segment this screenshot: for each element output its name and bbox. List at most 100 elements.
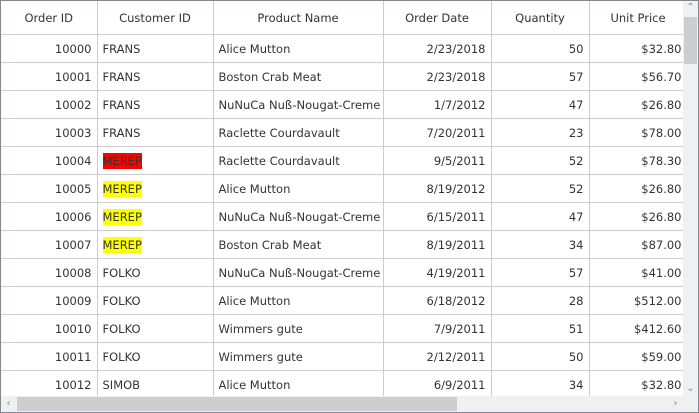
- cell-quantity[interactable]: 52: [491, 174, 590, 203]
- column-header-customer-id[interactable]: Customer ID: [97, 1, 214, 35]
- cell-customer-id[interactable]: FRANS: [97, 62, 214, 91]
- cell-order-id[interactable]: 10003: [1, 118, 98, 147]
- cell-unit-price[interactable]: $26.80: [589, 90, 683, 119]
- cell-order-date[interactable]: 6/18/2012: [383, 286, 492, 315]
- cell-unit-price[interactable]: $32.80: [589, 34, 683, 63]
- table-row[interactable]: 10000 FRANS Alice Mutton 2/23/2018 50 $32.80: [1, 34, 683, 63]
- cell-order-id[interactable]: 10012: [1, 370, 98, 396]
- cell-unit-price[interactable]: $32.80: [589, 370, 683, 396]
- cell-customer-id[interactable]: FOLKO: [97, 314, 214, 343]
- cell-customer-id[interactable]: MEREP: [97, 146, 214, 175]
- column-header-order-date[interactable]: Order Date: [383, 1, 492, 35]
- cell-unit-price[interactable]: $78.30: [589, 146, 683, 175]
- table-row[interactable]: 10002 FRANS NuNuCa Nuß-Nougat-Creme 1/7/201…: [1, 90, 683, 119]
- vertical-scrollbar[interactable]: ⌃ ⌄: [683, 1, 698, 396]
- horizontal-scroll-thumb[interactable]: [17, 397, 457, 411]
- table-row[interactable]: 10010 FOLKO Wimmers gute 7/9/2011 51 $412.60: [1, 314, 683, 343]
- cell-quantity[interactable]: 50: [491, 34, 590, 63]
- cell-order-id[interactable]: 10008: [1, 258, 98, 287]
- cell-customer-id[interactable]: FOLKO: [97, 258, 214, 287]
- cell-quantity[interactable]: 23: [491, 118, 590, 147]
- cell-order-date[interactable]: 1/7/2012: [383, 90, 492, 119]
- cell-product-name[interactable]: Alice Mutton: [213, 370, 384, 396]
- cell-unit-price[interactable]: $512.00: [589, 286, 683, 315]
- cell-product-name[interactable]: Alice Mutton: [213, 34, 384, 63]
- cell-order-id[interactable]: 10006: [1, 202, 98, 231]
- table-row[interactable]: 10003 FRANS Raclette Courdavault 7/20/2011 2…: [1, 118, 683, 147]
- cell-order-date[interactable]: 7/20/2011: [383, 118, 492, 147]
- cell-quantity[interactable]: 57: [491, 62, 590, 91]
- cell-quantity[interactable]: 47: [491, 90, 590, 119]
- cell-unit-price[interactable]: $56.70: [589, 62, 683, 91]
- cell-unit-price[interactable]: $412.60: [589, 314, 683, 343]
- cell-quantity[interactable]: 57: [491, 258, 590, 287]
- cell-unit-price[interactable]: $78.00: [589, 118, 683, 147]
- table-row[interactable]: 10007 MEREP Boston Crab Meat 8/19/2011 34 $87…: [1, 230, 683, 259]
- cell-customer-id[interactable]: MEREP: [97, 202, 214, 231]
- cell-order-id[interactable]: 10010: [1, 314, 98, 343]
- cell-product-name[interactable]: Raclette Courdavault: [213, 118, 384, 147]
- cell-order-date[interactable]: 8/19/2012: [383, 174, 492, 203]
- column-header-quantity[interactable]: Quantity: [491, 1, 590, 35]
- column-header-product-name[interactable]: Product Name: [213, 1, 384, 35]
- cell-product-name[interactable]: Alice Mutton: [213, 286, 384, 315]
- table-row[interactable]: 10012 SIMOB Alice Mutton 6/9/2011 34 $32.80: [1, 370, 683, 396]
- horizontal-scrollbar[interactable]: ‹ ›: [1, 396, 683, 412]
- cell-customer-id[interactable]: MEREP: [97, 174, 214, 203]
- cell-order-date[interactable]: 7/9/2011: [383, 314, 492, 343]
- cell-order-id[interactable]: 10002: [1, 90, 98, 119]
- cell-product-name[interactable]: Wimmers gute: [213, 342, 384, 371]
- cell-product-name[interactable]: NuNuCa Nuß-Nougat-Creme: [213, 258, 384, 287]
- cell-order-id[interactable]: 10005: [1, 174, 98, 203]
- cell-unit-price[interactable]: $41.00: [589, 258, 683, 287]
- cell-customer-id[interactable]: FOLKO: [97, 286, 214, 315]
- chevron-up-icon[interactable]: ⌃: [683, 1, 698, 15]
- cell-order-id[interactable]: 10007: [1, 230, 98, 259]
- cell-unit-price[interactable]: $26.80: [589, 202, 683, 231]
- cell-order-id[interactable]: 10000: [1, 34, 98, 63]
- cell-product-name[interactable]: Alice Mutton: [213, 174, 384, 203]
- table-row[interactable]: 10005 MEREP Alice Mutton 8/19/2012 52 $26.80: [1, 174, 683, 203]
- cell-unit-price[interactable]: $87.00: [589, 230, 683, 259]
- table-row[interactable]: 10009 FOLKO Alice Mutton 6/18/2012 28 $512.00: [1, 286, 683, 315]
- cell-order-date[interactable]: 6/9/2011: [383, 370, 492, 396]
- cell-order-date[interactable]: 2/23/2018: [383, 62, 492, 91]
- cell-order-date[interactable]: 8/19/2011: [383, 230, 492, 259]
- cell-quantity[interactable]: 34: [491, 370, 590, 396]
- vertical-scroll-thumb[interactable]: [684, 17, 697, 64]
- cell-quantity[interactable]: 47: [491, 202, 590, 231]
- cell-quantity[interactable]: 28: [491, 286, 590, 315]
- cell-quantity[interactable]: 51: [491, 314, 590, 343]
- cell-product-name[interactable]: NuNuCa Nuß-Nougat-Creme: [213, 90, 384, 119]
- cell-order-id[interactable]: 10001: [1, 62, 98, 91]
- cell-order-date[interactable]: 6/15/2011: [383, 202, 492, 231]
- cell-product-name[interactable]: NuNuCa Nuß-Nougat-Creme: [213, 202, 384, 231]
- cell-quantity[interactable]: 52: [491, 146, 590, 175]
- cell-customer-id[interactable]: SIMOB: [97, 370, 214, 396]
- table-row[interactable]: 10004 MEREP Raclette Courdavault 9/5/2011 52…: [1, 146, 683, 175]
- cell-customer-id[interactable]: FRANS: [97, 118, 214, 147]
- table-row[interactable]: 10006 MEREP NuNuCa Nuß-Nougat-Creme 6/15/20…: [1, 202, 683, 231]
- cell-order-date[interactable]: 2/12/2011: [383, 342, 492, 371]
- cell-order-date[interactable]: 4/19/2011: [383, 258, 492, 287]
- cell-order-id[interactable]: 10011: [1, 342, 98, 371]
- cell-unit-price[interactable]: $26.80: [589, 174, 683, 203]
- cell-customer-id[interactable]: MEREP: [97, 230, 214, 259]
- cell-customer-id[interactable]: FRANS: [97, 34, 214, 63]
- cell-product-name[interactable]: Raclette Courdavault: [213, 146, 384, 175]
- cell-customer-id[interactable]: FRANS: [97, 90, 214, 119]
- cell-product-name[interactable]: Boston Crab Meat: [213, 230, 384, 259]
- cell-product-name[interactable]: Boston Crab Meat: [213, 62, 384, 91]
- cell-order-id[interactable]: 10009: [1, 286, 98, 315]
- cell-order-date[interactable]: 9/5/2011: [383, 146, 492, 175]
- cell-product-name[interactable]: Wimmers gute: [213, 314, 384, 343]
- table-row[interactable]: 10008 FOLKO NuNuCa Nuß-Nougat-Creme 4/19/20…: [1, 258, 683, 287]
- chevron-down-icon[interactable]: ⌄: [683, 382, 698, 396]
- cell-order-id[interactable]: 10004: [1, 146, 98, 175]
- table-row[interactable]: 10011 FOLKO Wimmers gute 2/12/2011 50 $59.00: [1, 342, 683, 371]
- chevron-left-icon[interactable]: ‹: [1, 397, 16, 411]
- cell-customer-id[interactable]: FOLKO: [97, 342, 214, 371]
- cell-order-date[interactable]: 2/23/2018: [383, 34, 492, 63]
- column-header-unit-price[interactable]: Unit Price: [589, 1, 683, 35]
- cell-quantity[interactable]: 50: [491, 342, 590, 371]
